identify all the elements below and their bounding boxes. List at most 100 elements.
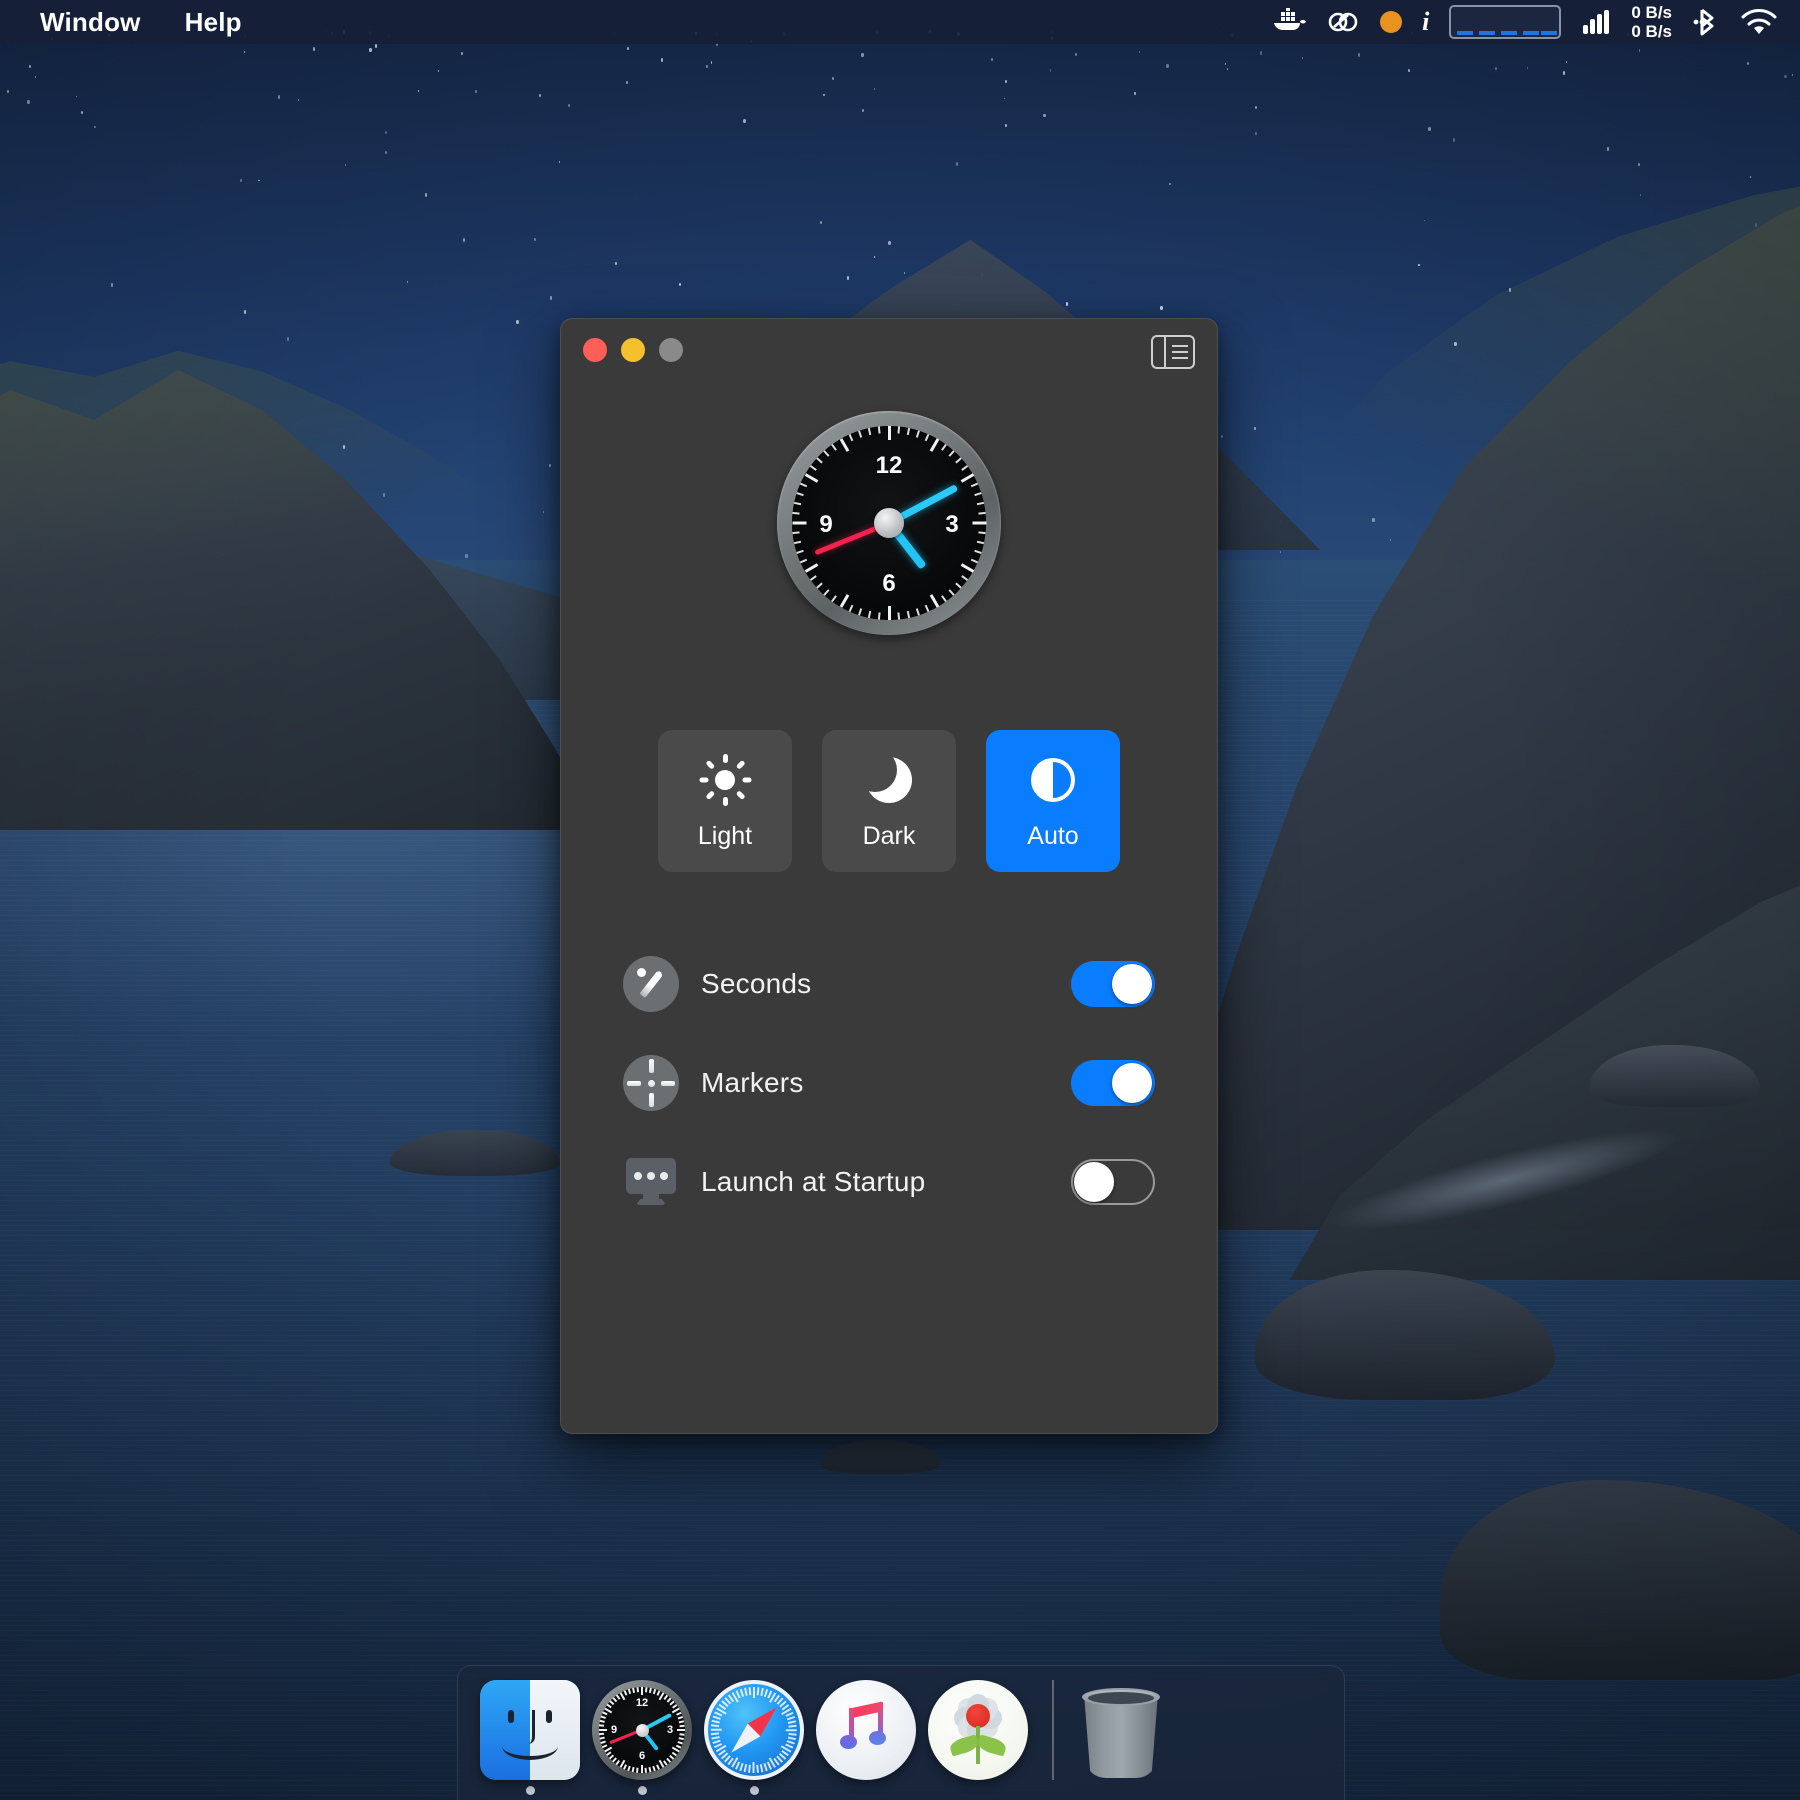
analog-clock[interactable]: 12 3 6 9 <box>777 411 1001 635</box>
clock-minute-tick <box>823 589 830 596</box>
star-icon <box>407 280 409 283</box>
star-icon <box>615 262 617 265</box>
dock-item-safari[interactable] <box>698 1680 810 1795</box>
clock-hour-tick <box>887 606 891 620</box>
menu-bar: Window Help i 0 B/s 0 B/s <box>0 0 1800 44</box>
dock-clock-tick <box>645 1687 648 1693</box>
star-icon <box>874 88 876 90</box>
setting-toggle-launch-at-startup[interactable] <box>1071 1159 1155 1205</box>
dock-clock-tick <box>600 1741 607 1745</box>
setting-row-seconds[interactable]: Seconds <box>623 956 1155 1012</box>
adobe-creative-cloud-icon[interactable] <box>1326 8 1360 36</box>
star-icon <box>29 64 32 68</box>
dock-clock-tick <box>653 1765 657 1772</box>
sun-icon <box>697 752 753 808</box>
desktop[interactable]: Window Help i 0 B/s 0 B/s 12 3 6 9 Light… <box>0 0 1800 1800</box>
orange-status-dot-icon[interactable] <box>1380 11 1403 33</box>
star-icon <box>822 93 825 97</box>
appearance-light-label: Light <box>697 821 753 850</box>
dock-clock-tick <box>641 1687 643 1695</box>
setting-row-launch-at-startup[interactable]: Launch at Startup <box>623 1154 1155 1210</box>
clock-hour-tick <box>960 473 974 483</box>
safari-tick <box>786 1729 797 1731</box>
appearance-light-button[interactable]: Light <box>658 730 792 872</box>
safari-tick <box>711 1729 722 1731</box>
dock-item-clock[interactable]: 12 3 6 9 <box>586 1680 698 1795</box>
star-icon <box>1453 138 1456 142</box>
window-titlebar[interactable] <box>561 319 1217 381</box>
safari-tick <box>748 1764 752 1773</box>
star-icon <box>1043 114 1046 118</box>
clock-minute-tick <box>816 457 823 464</box>
star-icon <box>1253 426 1256 431</box>
trash-bin-icon <box>1078 1680 1178 1780</box>
toggle-knob <box>1074 1162 1114 1202</box>
dock-clock-tick <box>606 1704 612 1709</box>
dock-clock-tick <box>641 1765 643 1773</box>
star-icon <box>7 89 9 93</box>
clock-minute-tick <box>906 610 911 619</box>
safari-tick <box>788 1720 797 1724</box>
clock-minute-tick <box>809 465 817 471</box>
appearance-auto-button[interactable]: Auto <box>986 730 1120 872</box>
appearance-dark-button[interactable]: Dark <box>822 730 956 872</box>
star-icon <box>1566 61 1568 63</box>
dock-running-indicator <box>637 1786 647 1795</box>
setting-toggle-markers[interactable] <box>1071 1060 1155 1106</box>
dock: 12 3 6 9 <box>457 1665 1345 1800</box>
star-icon <box>742 119 746 124</box>
clock-minute-tick <box>948 450 955 457</box>
dock-clock-tick <box>600 1715 607 1719</box>
dock-running-indicator <box>525 1786 535 1795</box>
star-icon <box>1791 73 1794 77</box>
dock-clock-tick <box>599 1720 605 1723</box>
star-icon <box>1220 435 1224 439</box>
dock-clock-tick <box>672 1751 678 1756</box>
wifi-icon[interactable] <box>1740 7 1778 37</box>
dock-clock-tick <box>679 1724 685 1727</box>
setting-row-markers[interactable]: Markers <box>623 1055 1155 1111</box>
minimize-button[interactable] <box>621 338 645 362</box>
close-button[interactable] <box>583 338 607 362</box>
clock-preview-area: 12 3 6 9 <box>561 411 1217 635</box>
clock-minute-tick <box>924 604 930 613</box>
dock-clock-tick <box>616 1694 621 1700</box>
clock-minute-tick <box>978 511 986 515</box>
clock-minute-tick <box>823 450 830 457</box>
dock-item-music[interactable] <box>810 1680 922 1780</box>
dock-clock-tick <box>677 1715 684 1719</box>
star-icon <box>627 46 630 50</box>
safari-tick <box>711 1736 720 1740</box>
info-i-icon[interactable]: i <box>1422 7 1429 37</box>
star-icon <box>1133 91 1136 95</box>
clock-minute-tick <box>858 430 863 438</box>
docker-whale-icon[interactable] <box>1272 8 1307 36</box>
star-icon <box>710 60 713 64</box>
clock-app-window[interactable]: 12 3 6 9 Light Dark Auto Seconds Markers… <box>560 318 1218 1434</box>
clock-minute-tick <box>941 595 947 603</box>
dock-item-photos[interactable] <box>922 1680 1034 1780</box>
clock-hour-tick <box>929 438 939 452</box>
menu-help[interactable]: Help <box>163 0 264 44</box>
dock-item-finder[interactable] <box>474 1680 586 1795</box>
setting-toggle-seconds[interactable] <box>1071 961 1155 1007</box>
safari-tick <box>711 1720 720 1724</box>
clock-hour-tick <box>960 563 974 573</box>
network-graph-icon[interactable] <box>1449 5 1562 39</box>
appearance-auto-label: Auto <box>1027 821 1079 850</box>
zoom-button[interactable] <box>659 338 683 362</box>
dock-clock-tick <box>679 1720 685 1723</box>
sidebar-toggle-icon[interactable] <box>1151 335 1195 369</box>
signal-bars-icon[interactable] <box>1581 7 1611 37</box>
menu-window[interactable]: Window <box>18 0 163 44</box>
star-icon <box>243 50 246 54</box>
clock-hour-tick <box>839 594 849 608</box>
traffic-light-buttons <box>561 338 683 362</box>
star-icon <box>461 52 463 55</box>
clock-numeral-9: 9 <box>819 511 833 538</box>
bluetooth-icon[interactable] <box>1692 6 1720 38</box>
clock-minute-tick <box>848 604 854 613</box>
dock-item-trash[interactable] <box>1072 1680 1184 1780</box>
download-speed: 0 B/s <box>1631 22 1672 41</box>
safari-tick <box>753 1687 755 1698</box>
